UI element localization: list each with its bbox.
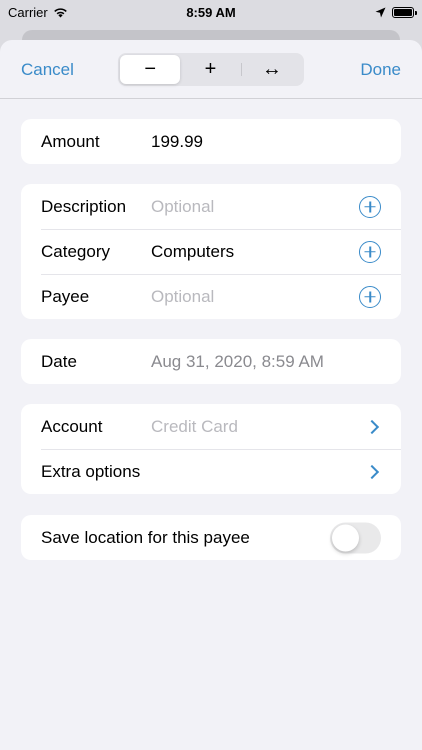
save-location-label: Save location for this payee <box>41 527 250 547</box>
status-right <box>375 6 417 18</box>
description-row[interactable]: Description Optional <box>21 184 401 229</box>
transaction-sheet: Cancel − + ↔ Done Amount 199.99 Descript… <box>0 40 422 750</box>
amount-group: Amount 199.99 <box>21 119 401 164</box>
location-group: Save location for this payee <box>21 515 401 560</box>
plus-circle-icon <box>359 240 381 263</box>
plus-circle-icon <box>359 195 381 218</box>
done-button[interactable]: Done <box>360 40 401 99</box>
transaction-type-segmented-control: − + ↔ <box>118 53 304 86</box>
amount-value[interactable]: 199.99 <box>151 132 401 152</box>
extra-options-label: Extra options <box>41 461 141 481</box>
category-add-button[interactable] <box>359 240 381 263</box>
segment-income[interactable]: + <box>180 55 240 84</box>
transfer-arrows-icon: ↔ <box>261 58 282 80</box>
date-row[interactable]: Date Aug 31, 2020, 8:59 AM <box>21 339 401 384</box>
chevron-right-icon <box>364 464 380 479</box>
status-left: Carrier <box>8 5 68 20</box>
payee-add-button[interactable] <box>359 285 381 308</box>
segment-transfer[interactable]: ↔ <box>242 55 302 84</box>
plus-circle-icon <box>359 285 381 308</box>
account-disclosure[interactable] <box>364 419 381 434</box>
extra-options-row[interactable]: Extra options <box>21 449 401 494</box>
battery-icon <box>392 6 417 18</box>
carrier-label: Carrier <box>8 4 48 20</box>
save-location-toggle[interactable] <box>330 522 381 553</box>
toggle-switch[interactable] <box>330 522 381 553</box>
segment-expense[interactable]: − <box>120 55 181 84</box>
save-location-row: Save location for this payee <box>21 515 401 560</box>
toggle-knob <box>332 524 359 551</box>
amount-row[interactable]: Amount 199.99 <box>21 119 401 164</box>
wifi-icon <box>53 7 67 17</box>
battery-fill <box>394 8 412 16</box>
account-group: Account Credit Card Extra options <box>21 404 401 494</box>
location-arrow-icon <box>375 7 386 17</box>
extra-options-disclosure[interactable] <box>364 464 381 479</box>
description-add-button[interactable] <box>359 195 381 218</box>
description-label: Description <box>41 196 127 216</box>
minus-icon: − <box>144 58 156 80</box>
payee-label: Payee <box>41 286 90 306</box>
payee-row[interactable]: Payee Optional <box>21 274 401 319</box>
category-label: Category <box>41 241 110 261</box>
plus-icon: + <box>204 58 217 80</box>
date-value[interactable]: Aug 31, 2020, 8:59 AM <box>151 352 401 372</box>
account-label: Account <box>41 416 103 436</box>
date-group: Date Aug 31, 2020, 8:59 AM <box>21 339 401 384</box>
date-label: Date <box>41 351 77 371</box>
account-row[interactable]: Account Credit Card <box>21 404 401 449</box>
details-group: Description Optional Category Computers … <box>21 184 401 319</box>
nav-bar: Cancel − + ↔ Done <box>0 40 422 99</box>
chevron-right-icon <box>364 419 380 434</box>
category-row[interactable]: Category Computers <box>21 229 401 274</box>
cancel-button[interactable]: Cancel <box>21 40 74 99</box>
status-bar: Carrier 8:59 AM <box>0 0 422 24</box>
amount-label: Amount <box>41 131 100 151</box>
